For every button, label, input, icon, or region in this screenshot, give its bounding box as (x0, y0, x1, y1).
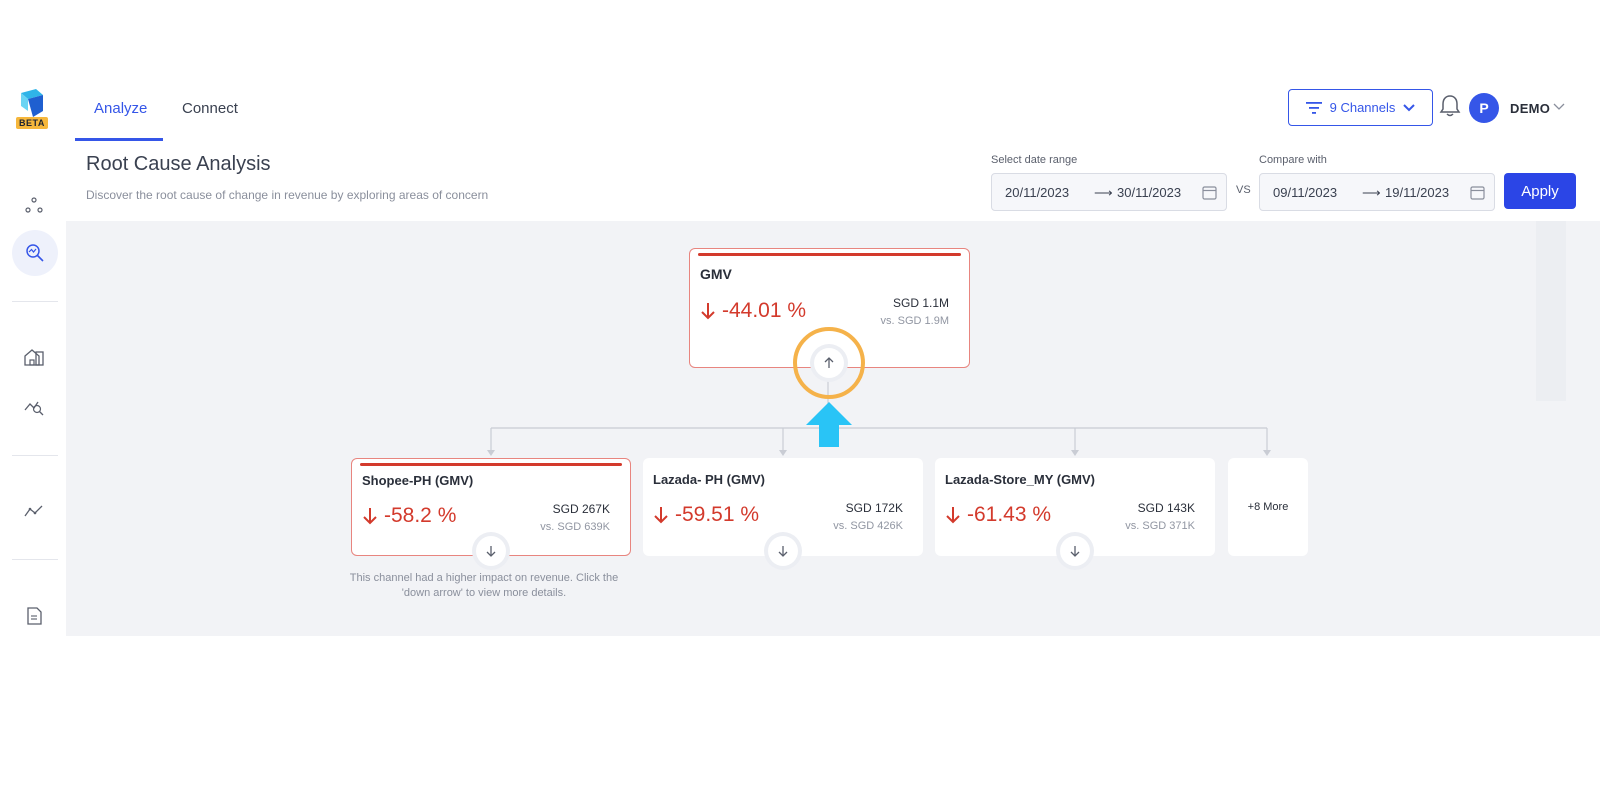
metric-change-value: -58.2 % (384, 504, 457, 527)
sidebar-item-store[interactable] (22, 345, 46, 369)
metric-name: GMV (700, 266, 732, 282)
metric-name: Shopee-PH (GMV) (362, 473, 474, 488)
avatar[interactable]: P (1469, 93, 1499, 123)
user-name[interactable]: DEMO (1510, 101, 1550, 116)
arrow-down-icon (654, 507, 668, 524)
compare-label: Compare with (1259, 154, 1327, 166)
vs-label: VS (1236, 184, 1251, 196)
filter-icon (1305, 101, 1322, 114)
analysis-canvas: GMV -44.01 % SGD 1.1M vs. SGD 1.9M Shope… (66, 221, 1600, 636)
left-sidebar (0, 141, 66, 636)
highlight-ring (793, 327, 865, 399)
arrow-right-icon: ⟶ (1094, 185, 1113, 200)
metric-compare: vs. SGD 426K (833, 520, 903, 532)
page-subtitle: Discover the root cause of change in rev… (86, 188, 489, 202)
pointer-arrow-icon (806, 402, 852, 447)
beta-badge: BETA (16, 117, 48, 129)
metric-value: SGD 172K (845, 501, 903, 515)
sidebar-item-trend-search[interactable] (22, 395, 46, 419)
arrow-down-icon (701, 303, 715, 320)
expand-down-button[interactable] (476, 536, 506, 566)
negative-indicator-bar (698, 253, 961, 256)
sidebar-item-nodes[interactable] (22, 193, 46, 217)
more-channels-card[interactable]: +8 More (1228, 458, 1308, 556)
arrow-down-icon (363, 508, 377, 525)
expand-down-button[interactable] (768, 536, 798, 566)
metric-value: SGD 267K (552, 502, 610, 516)
line-chart-icon (24, 505, 43, 517)
metric-change: -61.43 % (945, 503, 1051, 527)
negative-indicator-bar (360, 463, 622, 466)
metric-change-value: -61.43 % (967, 503, 1052, 526)
metric-name: Lazada- PH (GMV) (653, 472, 765, 487)
arrow-down-icon (486, 546, 496, 557)
nodes-icon (25, 197, 43, 213)
sidebar-item-reports[interactable] (22, 604, 46, 628)
compare-from: 09/11/2023 (1273, 185, 1338, 200)
page-header: Root Cause Analysis Discover the root ca… (66, 141, 1600, 221)
date-from: 20/11/2023 (1005, 185, 1070, 200)
arrow-down-icon (1070, 546, 1080, 557)
tutorial-annotation (793, 327, 865, 447)
calendar-icon (1202, 186, 1217, 200)
document-icon (27, 607, 42, 625)
calendar-icon (1470, 186, 1485, 200)
search-analysis-icon (26, 244, 44, 262)
chevron-down-icon (1403, 103, 1416, 111)
metric-change-value: -59.51 % (675, 503, 760, 526)
date-range-label: Select date range (991, 154, 1078, 166)
metric-compare: vs. SGD 639K (540, 521, 610, 533)
expand-down-button[interactable] (1060, 536, 1090, 566)
metric-change: -58.2 % (362, 504, 456, 528)
metric-change: -44.01 % (700, 299, 806, 323)
sidebar-item-root-cause[interactable] (12, 230, 58, 276)
arrow-down-icon (778, 546, 788, 557)
channels-label: 9 Channels (1329, 100, 1396, 115)
trend-search-icon (24, 401, 44, 416)
app-window: BETA Analyze Connect 9 Channels P DEMO R… (0, 81, 1600, 636)
metric-name: Lazada-Store_MY (GMV) (945, 472, 1096, 487)
store-icon (24, 349, 44, 366)
bell-icon[interactable] (1439, 94, 1461, 118)
metric-change: -59.51 % (653, 503, 759, 527)
compare-to: 19/11/2023 (1385, 185, 1450, 200)
top-nav: BETA Analyze Connect 9 Channels P DEMO (0, 81, 1600, 141)
sidebar-item-insights[interactable] (22, 499, 46, 523)
sidebar-divider (12, 301, 58, 302)
date-to: 30/11/2023 (1117, 185, 1182, 200)
arrow-right-icon: ⟶ (1362, 185, 1381, 200)
metric-value: SGD 143K (1137, 501, 1195, 515)
impact-hint-text: This channel had a higher impact on reve… (349, 572, 619, 599)
metric-compare: vs. SGD 371K (1125, 520, 1195, 532)
page-title: Root Cause Analysis (86, 153, 271, 175)
chevron-down-icon[interactable] (1553, 101, 1565, 113)
apply-button[interactable]: Apply (1504, 173, 1576, 209)
compare-range-picker[interactable]: 09/11/2023 ⟶ 19/11/2023 (1259, 173, 1495, 211)
tab-connect[interactable]: Connect (182, 81, 238, 141)
metric-value: SGD 1.1M (892, 296, 949, 310)
sidebar-divider (12, 455, 58, 456)
sidebar-divider (12, 559, 58, 560)
metric-compare: vs. SGD 1.9M (880, 315, 949, 327)
arrow-down-icon (946, 507, 960, 524)
metric-change-value: -44.01 % (722, 299, 807, 322)
tab-analyze[interactable]: Analyze (94, 81, 147, 141)
date-range-picker[interactable]: 20/11/2023 ⟶ 30/11/2023 (991, 173, 1227, 211)
channels-filter-button[interactable]: 9 Channels (1288, 89, 1433, 126)
